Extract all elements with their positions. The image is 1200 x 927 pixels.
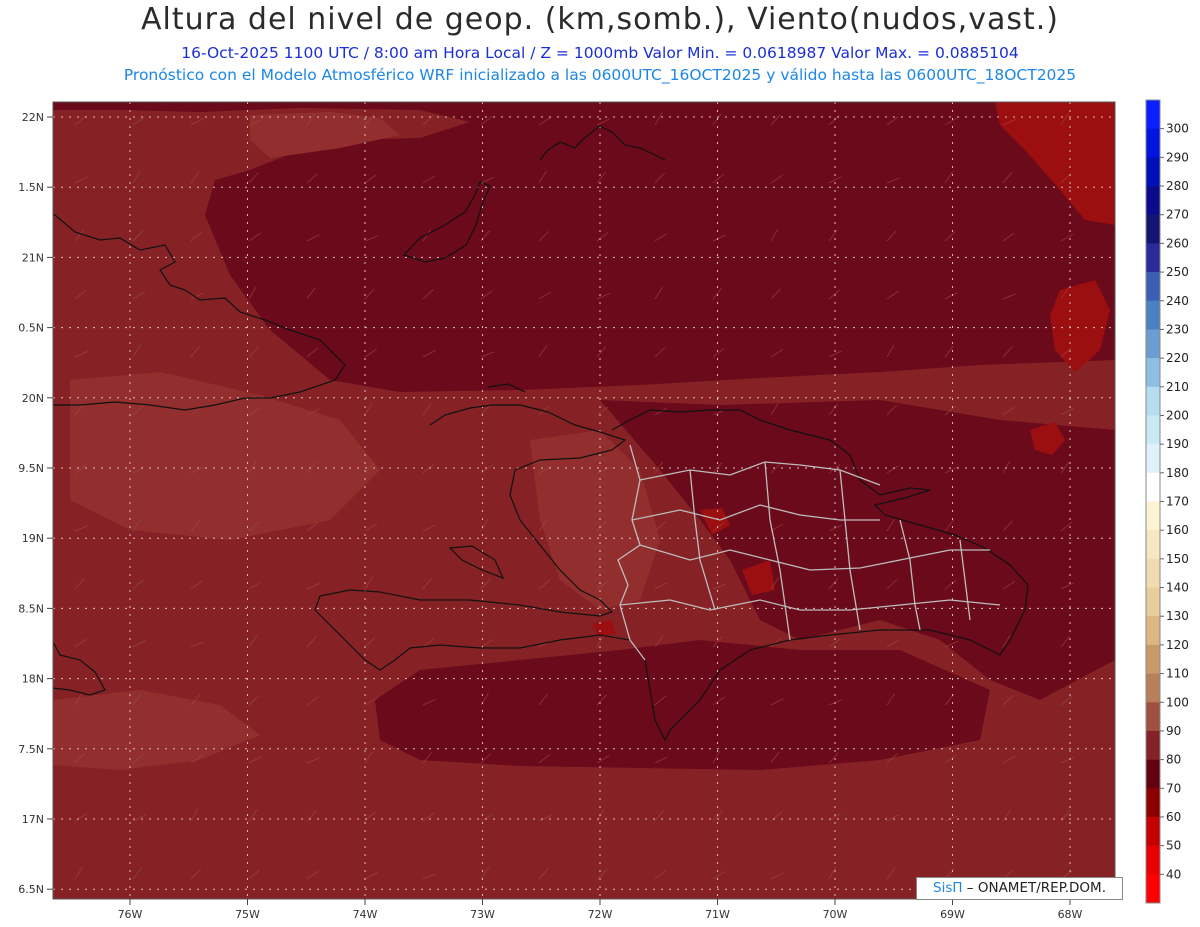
colorbar-swatch — [1146, 788, 1160, 818]
lat-tick-label: 7.5N — [18, 743, 44, 756]
colorbar-label: 150 — [1166, 552, 1189, 566]
forecast-map: 22N 1.5N 21N 0.5N 20N 9.5N 19N 8.5N 18N 7.5N 17N 6.… — [18, 99, 1189, 921]
lon-tick-label: 70W — [823, 908, 848, 921]
lat-tick-label: 17N — [22, 813, 44, 826]
colorbar-label: 70 — [1166, 781, 1181, 795]
lon-tick-label: 76W — [118, 908, 143, 921]
colorbar-label: 270 — [1166, 208, 1189, 222]
latitude-axis: 22N 1.5N 21N 0.5N 20N 9.5N 19N 8.5N 18N 7.5N 17N 6.… — [18, 111, 53, 896]
colorbar-label: 60 — [1166, 810, 1181, 824]
colorbar-swatch — [1146, 300, 1160, 330]
colorbar-label: 160 — [1166, 523, 1189, 537]
colorbar-swatch — [1146, 329, 1160, 359]
colorbar-label: 90 — [1166, 724, 1181, 738]
colorbar-label: 290 — [1166, 150, 1189, 164]
colorbar-label: 220 — [1166, 351, 1189, 365]
colorbar-label: 260 — [1166, 236, 1189, 250]
sispi-logo: SisΠ — [933, 880, 963, 896]
colorbar-swatch — [1146, 558, 1160, 588]
colorbar-swatch — [1146, 616, 1160, 646]
lat-tick-label: 18N — [22, 673, 44, 686]
credit-text: – ONAMET/REP.DOM. — [962, 880, 1106, 896]
lon-tick-label: 74W — [353, 908, 378, 921]
colorbar-swatch — [1146, 845, 1160, 875]
colorbar-swatch — [1146, 243, 1160, 273]
colorbar-label: 280 — [1166, 179, 1189, 193]
lat-tick-label: 8.5N — [18, 602, 44, 615]
lon-tick-label: 73W — [470, 908, 495, 921]
colorbar-label: 250 — [1166, 265, 1189, 279]
lon-tick-label: 68W — [1058, 908, 1083, 921]
colorbar-label: 170 — [1166, 495, 1189, 509]
lat-tick-label: 20N — [22, 392, 44, 405]
colorbar-swatch — [1146, 358, 1160, 388]
colorbar: 300 290 280 270 260 250 240 230 220 210 200 190 180 1… — [1145, 99, 1189, 904]
colorbar-swatch — [1146, 444, 1160, 474]
colorbar-swatch — [1146, 272, 1160, 302]
lon-tick-label: 71W — [705, 908, 730, 921]
colorbar-swatch — [1146, 530, 1160, 560]
colorbar-label: 40 — [1166, 867, 1181, 881]
colorbar-label: 50 — [1166, 839, 1181, 853]
colorbar-swatch — [1146, 816, 1160, 846]
colorbar-swatch — [1146, 759, 1160, 789]
colorbar-swatch — [1146, 673, 1160, 703]
credit-box: SisΠ – ONAMET/REP.DOM. — [916, 877, 1123, 900]
colorbar-swatch — [1146, 386, 1160, 416]
colorbar-label: 240 — [1166, 294, 1189, 308]
colorbar-label: 190 — [1166, 437, 1189, 451]
colorbar-swatch — [1146, 128, 1160, 158]
colorbar-swatch — [1146, 415, 1160, 445]
colorbar-label: 80 — [1166, 753, 1181, 767]
colorbar-label: 230 — [1166, 322, 1189, 336]
colorbar-swatch — [1146, 186, 1160, 216]
lat-tick-label: 1.5N — [18, 181, 44, 194]
colorbar-swatch — [1146, 100, 1160, 129]
colorbar-swatch — [1146, 702, 1160, 732]
colorbar-label: 180 — [1166, 466, 1189, 480]
colorbar-swatch — [1146, 644, 1160, 674]
geopotential-field — [53, 102, 1115, 899]
colorbar-label: 120 — [1166, 638, 1189, 652]
colorbar-label: 210 — [1166, 380, 1189, 394]
lat-tick-label: 21N — [22, 251, 44, 264]
colorbar-swatch — [1146, 501, 1160, 531]
lon-tick-label: 69W — [940, 908, 965, 921]
colorbar-label: 200 — [1166, 408, 1189, 422]
lat-tick-label: 19N — [22, 532, 44, 545]
lat-tick-label: 9.5N — [18, 462, 44, 475]
colorbar-swatch — [1146, 214, 1160, 244]
lat-tick-label: 22N — [22, 111, 44, 124]
lat-tick-label: 6.5N — [18, 883, 44, 896]
colorbar-swatch — [1146, 730, 1160, 760]
lon-tick-label: 72W — [588, 908, 613, 921]
colorbar-label: 300 — [1166, 122, 1189, 136]
longitude-axis: 76W 75W 74W 73W 72W 71W 70W 69W 68W — [118, 899, 1083, 921]
colorbar-label: 100 — [1166, 695, 1189, 709]
colorbar-swatch — [1146, 157, 1160, 187]
colorbar-swatch — [1146, 472, 1160, 502]
colorbar-label: 110 — [1166, 667, 1189, 681]
colorbar-label: 140 — [1166, 581, 1189, 595]
lon-tick-label: 75W — [235, 908, 260, 921]
colorbar-swatch — [1146, 587, 1160, 617]
lat-tick-label: 0.5N — [18, 322, 44, 335]
colorbar-swatch — [1146, 874, 1160, 904]
colorbar-label: 130 — [1166, 609, 1189, 623]
